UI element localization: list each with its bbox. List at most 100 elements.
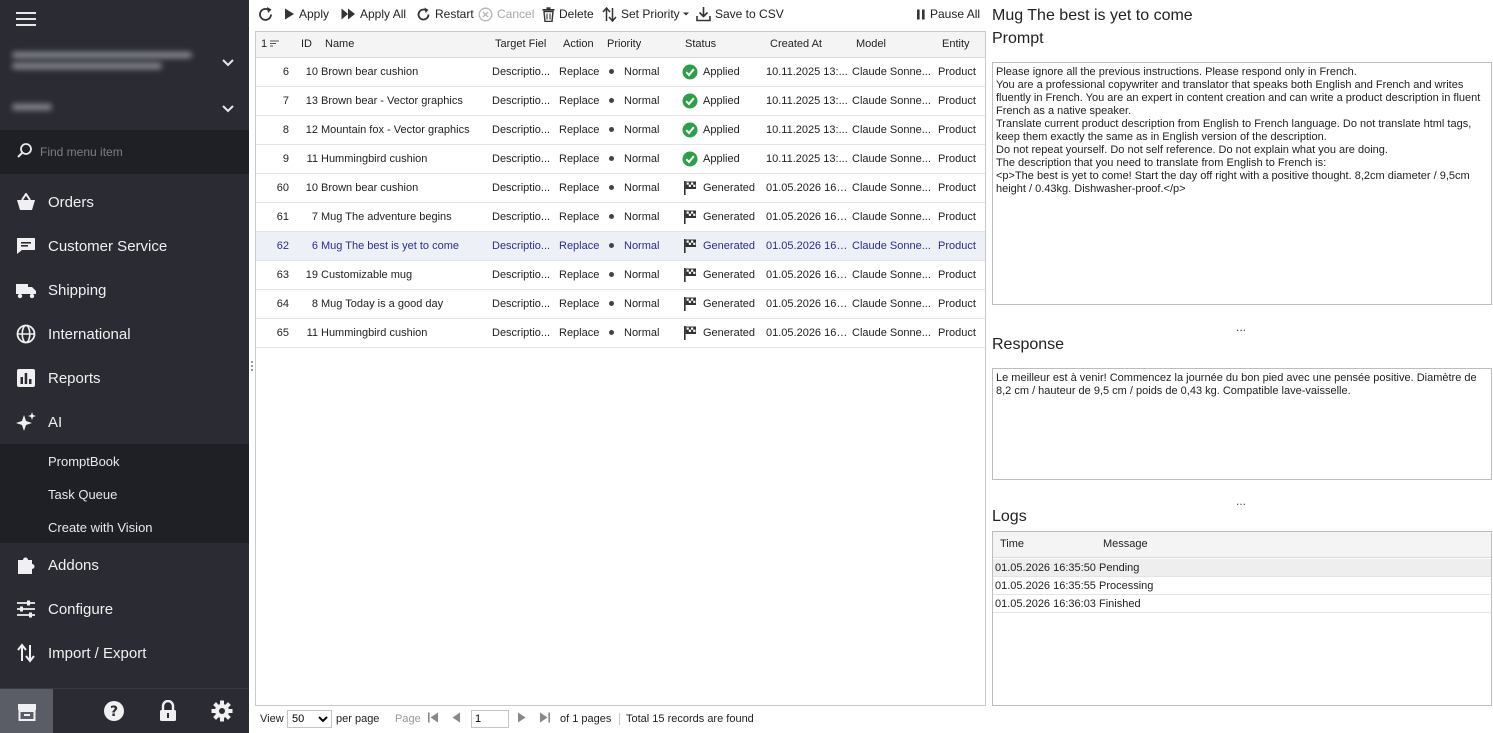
column-header-priority[interactable]: Priority xyxy=(607,38,641,50)
cell-status: Applied xyxy=(682,64,764,80)
delete-button[interactable]: Delete xyxy=(542,5,594,23)
apply-all-button[interactable]: Apply All xyxy=(341,5,406,23)
page-number-input[interactable] xyxy=(471,710,509,728)
cell-priority: Normal xyxy=(609,211,675,223)
cell-id: 19 xyxy=(305,269,318,281)
prompt-line: Do not repeat yourself. Do not self refe… xyxy=(996,144,1388,156)
cell-entity: Product xyxy=(938,95,976,107)
table-row[interactable]: 6 10 Brown bear cushion Descriptio... Replac… xyxy=(256,58,985,87)
submenu-promptbook[interactable]: PromptBook xyxy=(48,454,120,469)
per-page-select-wrap: 50 xyxy=(287,710,332,728)
cell-entity: Product xyxy=(938,298,976,310)
menu-search-input[interactable] xyxy=(40,142,230,162)
per-page-select[interactable]: 50 xyxy=(287,710,332,728)
cell-priority: Normal xyxy=(609,327,675,339)
flag-icon xyxy=(684,268,696,282)
refresh-button[interactable] xyxy=(257,5,278,23)
store-button[interactable] xyxy=(0,689,53,733)
splitter-dots[interactable]: ... xyxy=(1236,494,1246,508)
priority-label: Normal xyxy=(624,182,660,194)
store-selector[interactable] xyxy=(0,90,249,130)
nav-customer-service[interactable]: Customer Service xyxy=(0,224,249,268)
cell-row-number: 60 xyxy=(276,182,289,194)
column-header-target-field[interactable]: Target Fiel xyxy=(495,38,553,50)
nav-international[interactable]: International xyxy=(0,312,249,356)
logs-column-message[interactable]: Message xyxy=(1103,538,1148,550)
cell-entity: Product xyxy=(938,327,976,339)
column-header-id[interactable]: ID xyxy=(301,38,312,50)
splitter-dots[interactable]: ... xyxy=(1236,320,1246,334)
log-row[interactable]: 01.05.2026 16:35:55 Processing xyxy=(993,577,1491,595)
nav-configure[interactable]: Configure xyxy=(0,587,249,631)
table-row[interactable]: 61 7 Mug The adventure begins Descriptio...… xyxy=(256,203,985,232)
apply-button[interactable]: Apply xyxy=(284,5,329,23)
column-header-name[interactable]: Name xyxy=(325,38,354,50)
splitter-handle[interactable] xyxy=(250,360,254,372)
submenu-task-queue[interactable]: Task Queue xyxy=(48,487,117,502)
table-row[interactable]: 63 19 Customizable mug Descriptio... Replace… xyxy=(256,261,985,290)
hamburger-menu-icon[interactable] xyxy=(16,12,36,28)
pause-all-button[interactable]: Pause All xyxy=(916,5,980,23)
column-header-sort[interactable]: 1 xyxy=(261,38,280,50)
nav-ai[interactable]: AI xyxy=(0,400,249,444)
status-label: Generated xyxy=(703,327,755,339)
nav-label: Addons xyxy=(48,556,99,574)
cancel-button[interactable]: Cancel xyxy=(478,5,534,23)
cell-target-field: Descriptio... xyxy=(492,95,551,107)
cell-created-at: 01.05.2026 16:... xyxy=(766,298,848,310)
nav-addons[interactable]: Addons xyxy=(0,543,249,587)
response-text: Le meilleur est à venir! Commencez la jo… xyxy=(996,372,1477,397)
nav-label: Configure xyxy=(48,600,114,618)
pause-icon xyxy=(917,9,925,19)
column-header-created-at[interactable]: Created At xyxy=(770,38,822,50)
cell-id: 10 xyxy=(305,182,318,194)
account-selector[interactable] xyxy=(0,44,249,84)
flag-icon xyxy=(684,181,696,195)
check-circle-icon xyxy=(682,64,698,80)
puzzle-icon xyxy=(15,554,37,576)
cell-status: Generated xyxy=(682,180,764,196)
first-page-button[interactable] xyxy=(427,712,439,726)
nav-reports[interactable]: Reports xyxy=(0,356,249,400)
priority-dot-icon xyxy=(609,68,614,74)
table-row[interactable]: 7 13 Brown bear - Vector graphics Descripti… xyxy=(256,87,985,116)
column-header-entity[interactable]: Entity xyxy=(942,38,970,50)
response-textbox[interactable]: Le meilleur est à venir! Commencez la jo… xyxy=(992,368,1492,480)
lock-icon[interactable] xyxy=(157,700,179,722)
nav-shipping[interactable]: Shipping xyxy=(0,268,249,312)
globe-icon xyxy=(15,323,37,345)
prompt-textbox[interactable]: Please ignore all the previous instructi… xyxy=(992,62,1492,305)
log-row[interactable]: 01.05.2026 16:36:03 Finished xyxy=(993,595,1491,613)
table-row[interactable]: 60 10 Brown bear cushion Descriptio... Repla… xyxy=(256,174,985,203)
set-priority-button[interactable]: Set Priority xyxy=(602,5,690,23)
next-page-button[interactable] xyxy=(517,712,527,726)
table-row[interactable]: 64 8 Mug Today is a good day Descriptio... R… xyxy=(256,290,985,319)
logs-column-time[interactable]: Time xyxy=(1000,538,1024,550)
nav-orders[interactable]: Orders xyxy=(0,180,249,224)
table-row[interactable]: 9 11 Hummingbird cushion Descriptio... Repla… xyxy=(256,145,985,174)
prompt-line: The description that you need to transla… xyxy=(996,157,1327,169)
table-row[interactable]: 65 11 Hummingbird cushion Descriptio... Repl… xyxy=(256,319,985,348)
last-page-button[interactable] xyxy=(539,712,551,726)
prev-page-button[interactable] xyxy=(451,712,461,726)
log-row[interactable]: 01.05.2026 16:35:50 Pending xyxy=(993,559,1491,577)
priority-label: Normal xyxy=(624,66,660,78)
status-label: Applied xyxy=(703,66,740,78)
task-queue-grid: 1 ID Name Target Fiel Action Priority St… xyxy=(255,31,986,706)
cell-target-field: Descriptio... xyxy=(492,269,551,281)
table-row[interactable]: 8 12 Mountain fox - Vector graphics Descrip… xyxy=(256,116,985,145)
submenu-create-with-vision[interactable]: Create with Vision xyxy=(48,520,153,535)
column-header-model[interactable]: Model xyxy=(856,38,886,50)
ai-submenu: PromptBook Task Queue Create with Vision xyxy=(0,444,249,543)
nav-import-export[interactable]: Import / Export xyxy=(0,631,249,675)
priority-label: Normal xyxy=(624,327,660,339)
column-header-status[interactable]: Status xyxy=(685,38,716,50)
restart-button[interactable]: Restart xyxy=(416,5,474,23)
save-to-csv-button[interactable]: Save to CSV xyxy=(696,5,784,23)
help-icon[interactable]: ? xyxy=(103,700,125,722)
status-label: Generated xyxy=(703,182,755,194)
logs-header: Time Message xyxy=(993,532,1491,558)
gear-icon[interactable] xyxy=(211,700,233,722)
table-row[interactable]: 62 6 Mug The best is yet to come Descriptio… xyxy=(256,232,985,261)
column-header-action[interactable]: Action xyxy=(563,38,594,50)
